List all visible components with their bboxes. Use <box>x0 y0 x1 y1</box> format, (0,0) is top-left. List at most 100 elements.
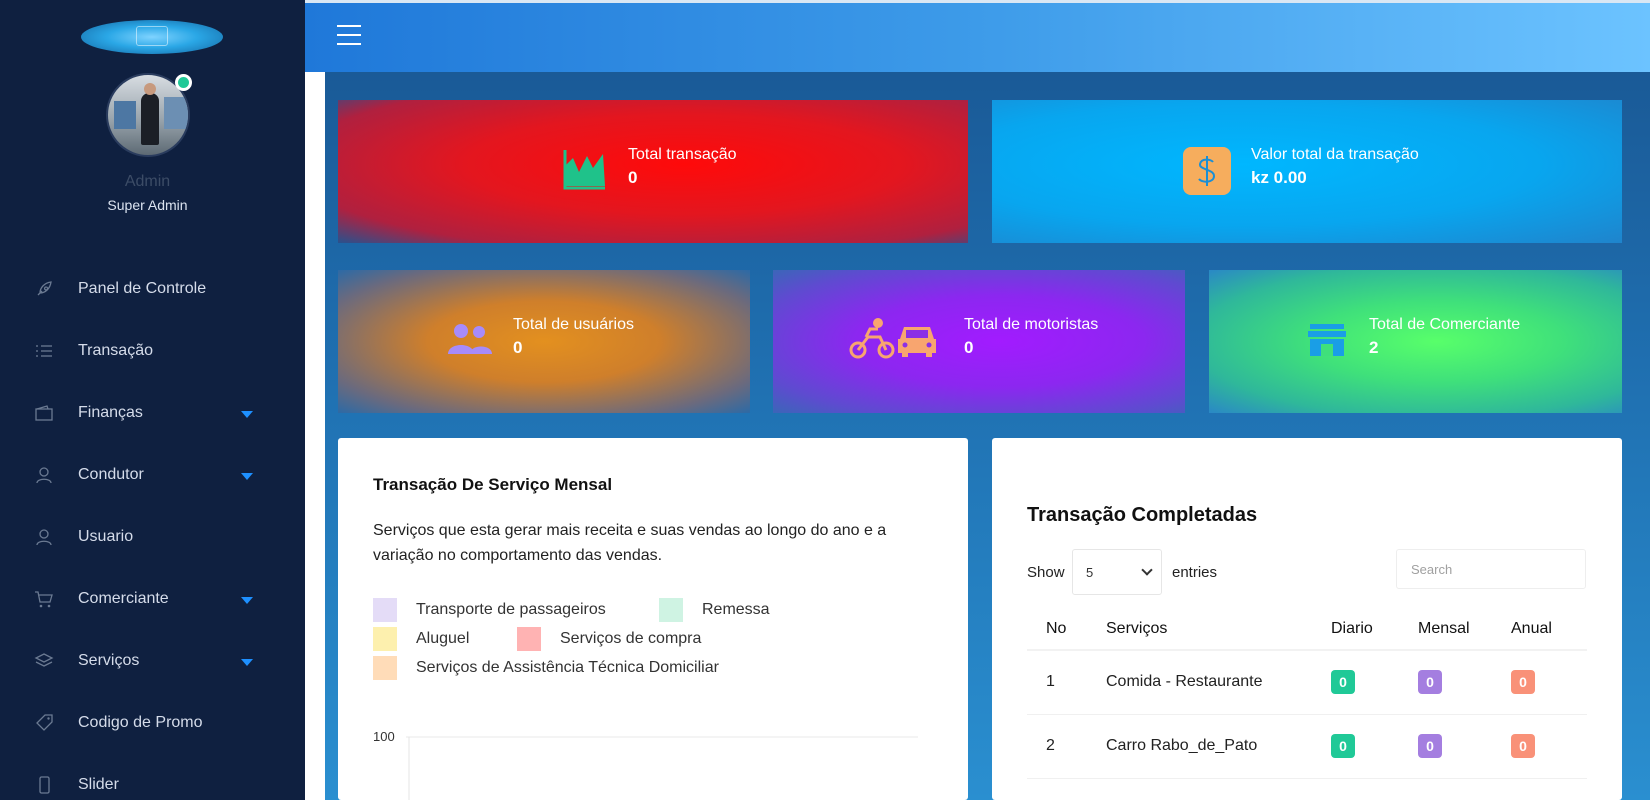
stat-card-total-usuarios: Total de usuários 0 <box>338 270 750 413</box>
sidebar-item-servicos[interactable]: Serviços <box>0 630 305 692</box>
sidebar-item-comerciante[interactable]: Comerciante <box>0 568 305 630</box>
user-icon <box>34 527 54 547</box>
legend-swatch <box>373 656 397 680</box>
layers-icon <box>34 651 54 671</box>
legend-label: Remessa <box>702 601 770 618</box>
chart-line-icon <box>563 148 607 195</box>
page-size-select[interactable]: 5 <box>1072 549 1162 595</box>
monthly-service-chart-panel: Transação De Serviço Mensal Serviços que… <box>338 438 968 800</box>
sidebar-item-codigo-de-promo[interactable]: Codigo de Promo <box>0 692 305 754</box>
panel-description: Serviços que esta gerar mais receita e s… <box>373 522 887 564</box>
sidebar-item-label: Transação <box>78 342 153 359</box>
entries-label: entries <box>1172 564 1218 581</box>
top-navbar <box>305 0 1650 72</box>
mobile-icon <box>34 775 54 795</box>
legend-label: Serviços de Assistência Técnica Domicili… <box>416 659 719 676</box>
cell-no: 2 <box>1027 714 1087 779</box>
stat-card-valor-total: Valor total da transação kz 0.00 <box>992 100 1622 243</box>
sidebar-item-condutor[interactable]: Condutor <box>0 444 305 506</box>
admin-name: Admin <box>124 173 171 190</box>
stat-label: Total de usuários <box>513 316 634 333</box>
sidebar: Admin Super Admin Panel de Controle Tran… <box>0 0 305 800</box>
list-icon <box>34 341 54 361</box>
stat-label: Total de Comerciante <box>1369 316 1521 333</box>
dollar-icon <box>1183 147 1231 195</box>
stat-card-total-motoristas: Total de motoristas 0 <box>773 270 1185 413</box>
sidebar-item-label: Comerciante <box>78 590 169 607</box>
completed-transactions-panel: Transação Completadas Show 5 entries No … <box>992 438 1622 800</box>
sidebar-item-label: Usuario <box>78 528 134 545</box>
chart-plot-area: 100 <box>373 729 918 800</box>
badge-diario: 0 <box>1331 734 1355 758</box>
menu-toggle-icon[interactable] <box>337 25 361 45</box>
legend-label: Aluguel <box>416 630 470 647</box>
sidebar-item-label: Slider <box>78 776 119 793</box>
chevron-down-icon[interactable] <box>241 411 253 418</box>
legend-item[interactable]: Aluguel <box>373 627 469 651</box>
stat-card-total-transacao: Total transação 0 <box>338 100 968 243</box>
sidebar-item-label: Serviços <box>78 652 140 669</box>
sidebar-item-usuario[interactable]: Usuario <box>0 506 305 568</box>
chevron-down-icon[interactable] <box>241 473 253 480</box>
badge-diario: 0 <box>1331 670 1355 695</box>
chevron-down-icon[interactable] <box>241 597 253 604</box>
panel-title: Transação De Serviço Mensal <box>373 475 613 494</box>
legend-swatch <box>659 598 683 622</box>
show-label: Show <box>1027 564 1065 581</box>
legend-swatch <box>373 627 397 651</box>
column-header-no[interactable]: No <box>1027 608 1087 651</box>
transactions-table: No Serviços Diario Mensal Anual 1 Comida… <box>1027 608 1587 779</box>
cart-icon <box>34 589 54 609</box>
y-tick-label: 100 <box>373 729 395 744</box>
table-row: 2 Carro Rabo_de_Pato 0 0 0 <box>1027 714 1587 779</box>
badge-anual: 0 <box>1511 734 1535 758</box>
page-size-value: 5 <box>1086 564 1094 580</box>
chevron-down-icon[interactable] <box>241 659 253 666</box>
sidebar-nav: Panel de Controle Transação Finanças Con… <box>0 258 305 800</box>
sidebar-item-financas[interactable]: Finanças <box>0 382 305 444</box>
table-header-row: No Serviços Diario Mensal Anual <box>1027 608 1587 651</box>
panel-title: Transação Completadas <box>1027 504 1258 526</box>
sidebar-item-slider[interactable]: Slider <box>0 754 305 800</box>
legend-item[interactable]: Serviços de compra <box>517 627 701 651</box>
stat-value: 0 <box>513 338 523 357</box>
app-logo[interactable] <box>81 20 223 54</box>
sidebar-item-transacao[interactable]: Transação <box>0 320 305 382</box>
content-edge <box>305 72 325 800</box>
column-header-mensal[interactable]: Mensal <box>1399 608 1492 651</box>
badge-mensal: 0 <box>1418 734 1442 758</box>
stat-value: 0 <box>628 168 638 187</box>
search-box[interactable] <box>1396 549 1586 589</box>
stat-card-total-comerciante: Total de Comerciante 2 <box>1209 270 1622 413</box>
store-icon <box>1307 322 1347 363</box>
column-header-servicos[interactable]: Serviços <box>1087 608 1312 651</box>
users-icon <box>446 322 494 361</box>
stat-value: 2 <box>1369 338 1379 357</box>
stat-label: Valor total da transação <box>1251 146 1419 163</box>
search-input[interactable] <box>1411 561 1581 577</box>
rocket-icon <box>34 279 54 299</box>
column-header-diario[interactable]: Diario <box>1312 608 1399 651</box>
admin-role: Super Admin <box>107 197 188 213</box>
legend-label: Serviços de compra <box>560 630 702 647</box>
legend-item[interactable]: Remessa <box>659 598 770 622</box>
motorcycle-car-icon <box>848 315 940 366</box>
badge-mensal: 0 <box>1418 670 1442 695</box>
stat-label: Total de motoristas <box>964 316 1099 333</box>
table-row: 1 Comida - Restaurante 0 0 0 <box>1027 650 1587 715</box>
sidebar-item-panel-de-controle[interactable]: Panel de Controle <box>0 258 305 320</box>
legend-item[interactable]: Transporte de passageiros <box>373 598 606 622</box>
tag-icon <box>34 713 54 733</box>
online-status-indicator <box>175 74 192 91</box>
cell-servico: Comida - Restaurante <box>1087 650 1312 715</box>
sidebar-item-label: Condutor <box>78 466 144 483</box>
column-header-anual[interactable]: Anual <box>1492 608 1587 651</box>
sidebar-item-label: Finanças <box>78 404 143 421</box>
cell-no: 1 <box>1027 650 1087 715</box>
user-icon <box>34 465 54 485</box>
stat-value: kz 0.00 <box>1251 168 1307 187</box>
legend-item[interactable]: Serviços de Assistência Técnica Domicili… <box>373 656 719 680</box>
wallet-icon <box>34 403 54 423</box>
legend-swatch <box>373 598 397 622</box>
stat-label: Total transação <box>628 146 737 163</box>
